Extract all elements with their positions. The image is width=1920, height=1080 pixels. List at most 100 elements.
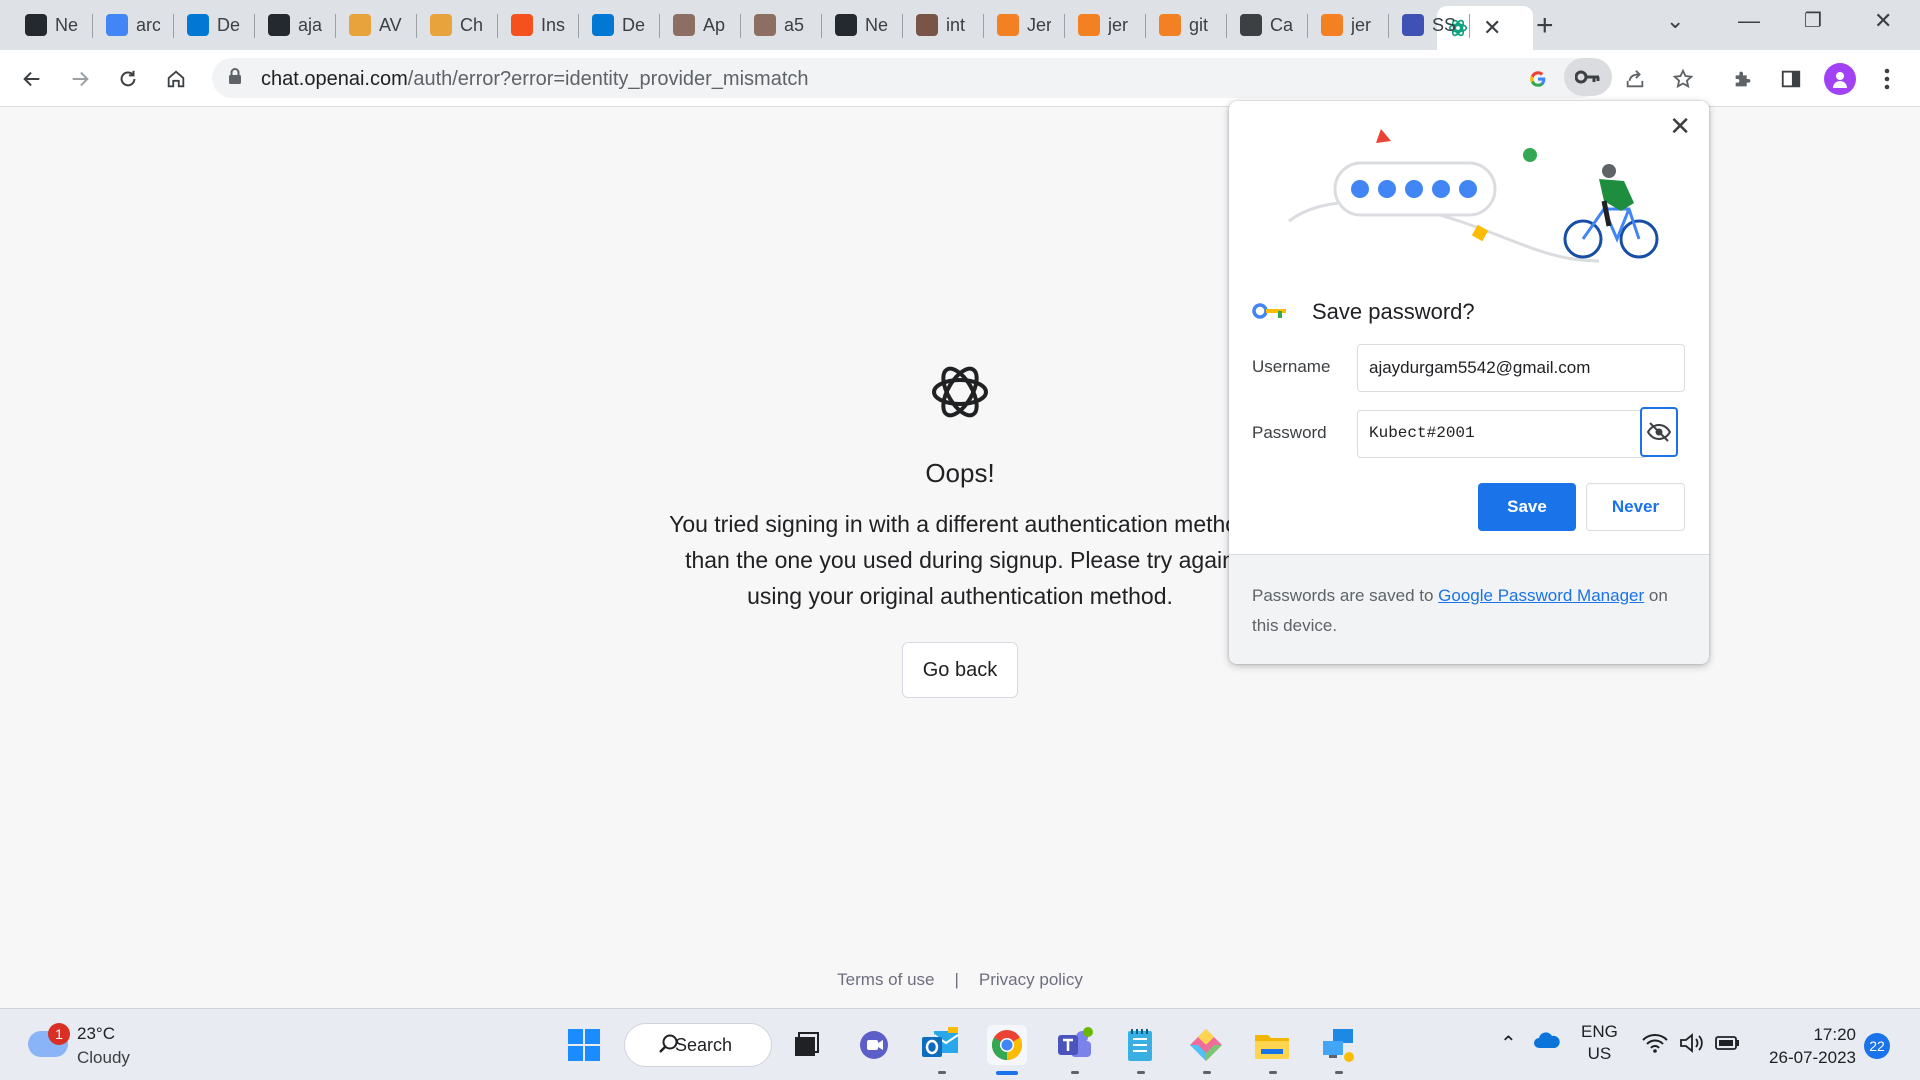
- weather-widget[interactable]: 1 23°C Cloudy: [28, 1023, 168, 1069]
- new-tab-button[interactable]: +: [1536, 9, 1554, 43]
- browser-tab[interactable]: Ap: [663, 8, 727, 42]
- remote-desktop-running-indicator: [1335, 1071, 1343, 1074]
- wifi-icon[interactable]: [1642, 1033, 1668, 1058]
- extensions-icon[interactable]: [1726, 62, 1760, 96]
- notification-badge[interactable]: 22: [1864, 1033, 1890, 1059]
- browser-tab[interactable]: AV: [339, 8, 403, 42]
- tab-separator: [1145, 14, 1146, 38]
- edge-icon: [187, 14, 209, 36]
- edge-icon: [592, 14, 614, 36]
- windows-taskbar: 1 23°C Cloudy Search ⌃ ENG US 17:20 26-0…: [0, 1008, 1920, 1080]
- file-explorer-icon[interactable]: [1252, 1025, 1292, 1065]
- browser-tab[interactable]: a5: [744, 8, 808, 42]
- save-button[interactable]: Save: [1478, 483, 1576, 531]
- browser-tab[interactable]: Ins: [501, 8, 565, 42]
- side-panel-icon[interactable]: [1774, 62, 1808, 96]
- save-password-dialog: ✕ Save password? Username ajaydurgam5542…: [1229, 101, 1709, 664]
- close-icon[interactable]: ✕: [1669, 111, 1691, 142]
- cyclist-illustration: [1288, 129, 1659, 263]
- volume-icon[interactable]: [1679, 1033, 1705, 1058]
- hide-password-icon[interactable]: [1640, 407, 1678, 457]
- image-icon: [754, 14, 776, 36]
- tab-separator: [902, 14, 903, 38]
- image-icon: [673, 14, 695, 36]
- google-lens-icon[interactable]: [1521, 62, 1555, 96]
- password-key-icon[interactable]: [1564, 58, 1612, 96]
- language-indicator[interactable]: ENG US: [1581, 1021, 1618, 1065]
- reload-icon[interactable]: [111, 62, 145, 96]
- browser-tab[interactable]: Ch: [420, 8, 484, 42]
- browser-tab[interactable]: arc: [96, 8, 160, 42]
- close-window-button[interactable]: ✕: [1874, 8, 1892, 34]
- profile-avatar[interactable]: [1824, 63, 1856, 95]
- bookmark-star-icon[interactable]: [1666, 62, 1700, 96]
- browser-tab[interactable]: jer: [1068, 8, 1132, 42]
- tab-title: jer: [1108, 14, 1129, 35]
- tab-search-chevron-icon[interactable]: ⌄: [1666, 8, 1684, 34]
- teams-running-indicator: [1071, 1071, 1079, 1074]
- stack-icon: [1159, 14, 1181, 36]
- browser-tab[interactable]: aja: [258, 8, 322, 42]
- forward-arrow-icon[interactable]: [63, 62, 97, 96]
- snipping-tool-icon[interactable]: [1186, 1025, 1226, 1065]
- privacy-policy-link[interactable]: Privacy policy: [979, 970, 1083, 990]
- taskbar-search-box[interactable]: Search: [624, 1023, 772, 1067]
- browser-tab[interactable]: Jer: [987, 8, 1051, 42]
- tab-title: De: [622, 14, 646, 35]
- box-icon: [349, 14, 371, 36]
- browser-tab[interactable]: De: [177, 8, 241, 42]
- password-field[interactable]: Kubect#2001: [1357, 410, 1647, 458]
- restore-button[interactable]: ❐: [1804, 8, 1822, 33]
- browser-tab[interactable]: Ne: [15, 8, 79, 42]
- tab-separator: [1226, 14, 1227, 38]
- show-hidden-icons-chevron-icon[interactable]: ⌃: [1500, 1031, 1517, 1056]
- outlook-icon[interactable]: [920, 1025, 960, 1065]
- snipping-running-indicator: [1203, 1071, 1211, 1074]
- tab-separator: [1388, 14, 1389, 38]
- share-icon[interactable]: [1618, 62, 1652, 96]
- windows-start-icon[interactable]: [564, 1025, 604, 1065]
- lock-icon[interactable]: [228, 67, 242, 85]
- stack-icon: [997, 14, 1019, 36]
- battery-icon[interactable]: [1715, 1034, 1741, 1057]
- system-clock[interactable]: 17:20 26-07-2023: [1760, 1023, 1856, 1069]
- tab-title: Ne: [865, 14, 889, 35]
- browser-tab[interactable]: SS: [1392, 8, 1456, 42]
- menu-kebab-icon[interactable]: [1870, 62, 1904, 96]
- minimize-button[interactable]: —: [1738, 8, 1760, 34]
- back-arrow-icon[interactable]: [15, 62, 49, 96]
- tab-title: AV: [379, 14, 402, 35]
- google-password-manager-link[interactable]: Google Password Manager: [1438, 586, 1644, 605]
- home-icon[interactable]: [159, 62, 193, 96]
- terms-of-use-link[interactable]: Terms of use: [837, 970, 934, 990]
- remote-desktop-icon[interactable]: [1318, 1025, 1358, 1065]
- stack-icon: [1078, 14, 1100, 36]
- tab-title: SS: [1432, 14, 1456, 35]
- tab-title: Ca: [1270, 14, 1294, 35]
- tab-separator: [92, 14, 93, 38]
- github-icon: [268, 14, 290, 36]
- tab-title: git: [1189, 14, 1209, 35]
- address-bar[interactable]: chat.openai.com/auth/error?error=identit…: [212, 58, 1602, 98]
- browser-tab[interactable]: Ca: [1230, 8, 1294, 42]
- tab-title: Jer: [1027, 14, 1051, 35]
- tab-separator: [497, 14, 498, 38]
- close-tab-icon[interactable]: ✕: [1483, 15, 1501, 41]
- browser-tab[interactable]: De: [582, 8, 646, 42]
- task-view-icon[interactable]: [786, 1025, 826, 1065]
- browser-tab[interactable]: int: [906, 8, 970, 42]
- browser-tab[interactable]: Ne: [825, 8, 889, 42]
- browser-tab[interactable]: git: [1149, 8, 1213, 42]
- go-back-button[interactable]: Go back: [902, 642, 1018, 698]
- never-button[interactable]: Never: [1586, 483, 1685, 531]
- onedrive-icon[interactable]: [1533, 1031, 1561, 1054]
- chrome-icon[interactable]: [987, 1025, 1027, 1065]
- teams-icon[interactable]: [1054, 1025, 1094, 1065]
- username-field[interactable]: ajaydurgam5542@gmail.com: [1357, 344, 1685, 392]
- teams-chat-icon[interactable]: [854, 1025, 894, 1065]
- search-icon: [659, 1034, 678, 1053]
- browser-tab[interactable]: jer: [1311, 8, 1375, 42]
- google-icon: [106, 14, 128, 36]
- notepad-icon[interactable]: [1120, 1025, 1160, 1065]
- error-message: You tried signing in with a different au…: [669, 511, 1251, 609]
